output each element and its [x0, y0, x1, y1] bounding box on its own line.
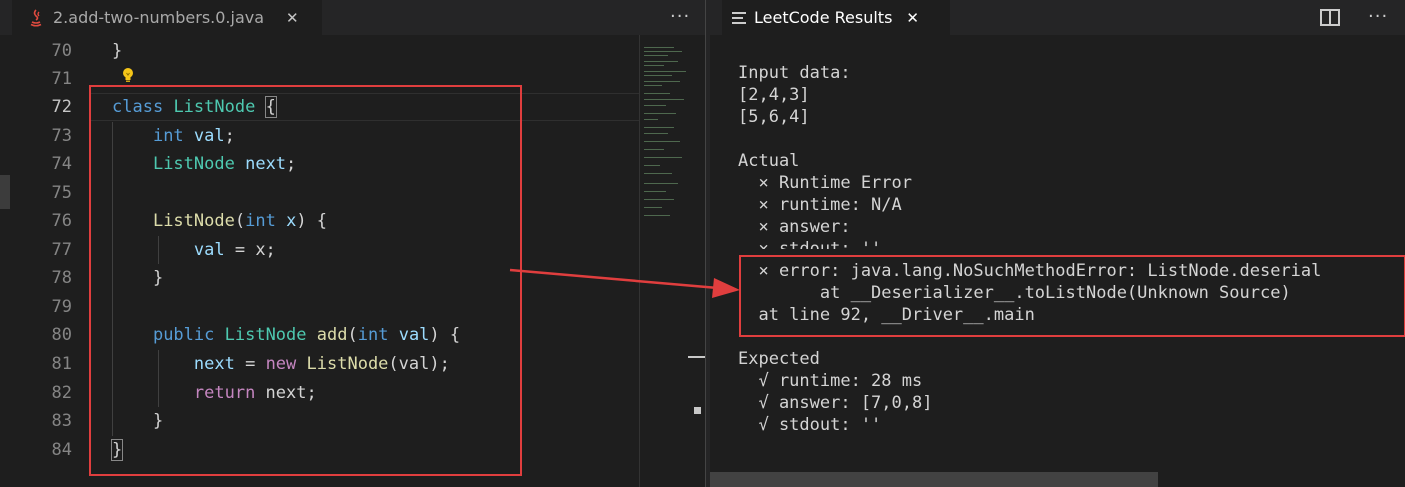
split-editor-icon[interactable]: [1320, 9, 1340, 26]
java-icon: [30, 8, 42, 27]
lightbulb-icon[interactable]: [121, 67, 135, 83]
preview-icon: [732, 9, 746, 27]
line-number: 76: [51, 211, 72, 231]
horizontal-scrollbar[interactable]: [710, 472, 1158, 487]
result-line: × stdout: '': [738, 239, 882, 249]
tab-label: LeetCode Results: [754, 8, 893, 27]
line-number-active: 72: [51, 97, 72, 117]
tab-leetcode-results[interactable]: LeetCode Results ✕: [722, 0, 950, 35]
line-number: 70: [51, 41, 72, 61]
line-number: 82: [51, 383, 72, 403]
editor-tab-bar: 2.add-two-numbers.0.java ✕ ···: [0, 0, 705, 35]
line-number: 77: [51, 240, 72, 260]
line-number: 81: [51, 354, 72, 374]
more-actions-icon[interactable]: ···: [1368, 6, 1388, 27]
close-icon[interactable]: ✕: [286, 9, 299, 27]
result-line: × runtime: N/A: [738, 195, 902, 215]
scrollbar-thumb[interactable]: [694, 407, 701, 414]
annotation-highlight-box: [739, 255, 1405, 337]
result-line: √ answer: [7,0,8]: [738, 393, 933, 413]
line-number: 74: [51, 154, 72, 174]
line-number: 83: [51, 411, 72, 431]
line-number: 71: [51, 69, 72, 89]
leetcode-results-panel: Input data: [2,4,3] [5,6,4] Actual × Run…: [710, 35, 1405, 487]
scrollbar-marker: [688, 356, 705, 358]
more-actions-icon[interactable]: ···: [670, 6, 690, 27]
result-line: √ runtime: 28 ms: [738, 371, 923, 391]
result-line: × Runtime Error: [738, 173, 912, 193]
result-line: [2,4,3]: [738, 85, 810, 105]
line-number: 80: [51, 325, 72, 345]
annotation-highlight-box: [89, 85, 522, 476]
line-number: 78: [51, 268, 72, 288]
result-line: × answer:: [738, 217, 851, 237]
code-line-70: }: [112, 41, 123, 61]
result-line: Actual: [738, 151, 800, 171]
result-line: Input data:: [738, 63, 851, 83]
activity-bar-edge: [0, 175, 10, 209]
minimap[interactable]: [640, 45, 690, 225]
result-line: [5,6,4]: [738, 107, 810, 127]
close-icon[interactable]: ✕: [906, 9, 919, 27]
results-tab-bar: LeetCode Results ✕ ···: [710, 0, 1405, 35]
tab-add-two-numbers-java[interactable]: 2.add-two-numbers.0.java ✕: [12, 0, 322, 35]
line-number: 73: [51, 126, 72, 146]
code-editor[interactable]: 70 71 72 73 74 75 76 77 78 79 80 81 82 8…: [0, 35, 705, 487]
result-line: √ stdout: '': [738, 415, 882, 435]
result-line: Expected: [738, 349, 820, 369]
tab-label: 2.add-two-numbers.0.java: [53, 8, 265, 27]
line-number: 79: [51, 297, 72, 317]
line-number: 75: [51, 183, 72, 203]
line-number: 84: [51, 440, 72, 460]
